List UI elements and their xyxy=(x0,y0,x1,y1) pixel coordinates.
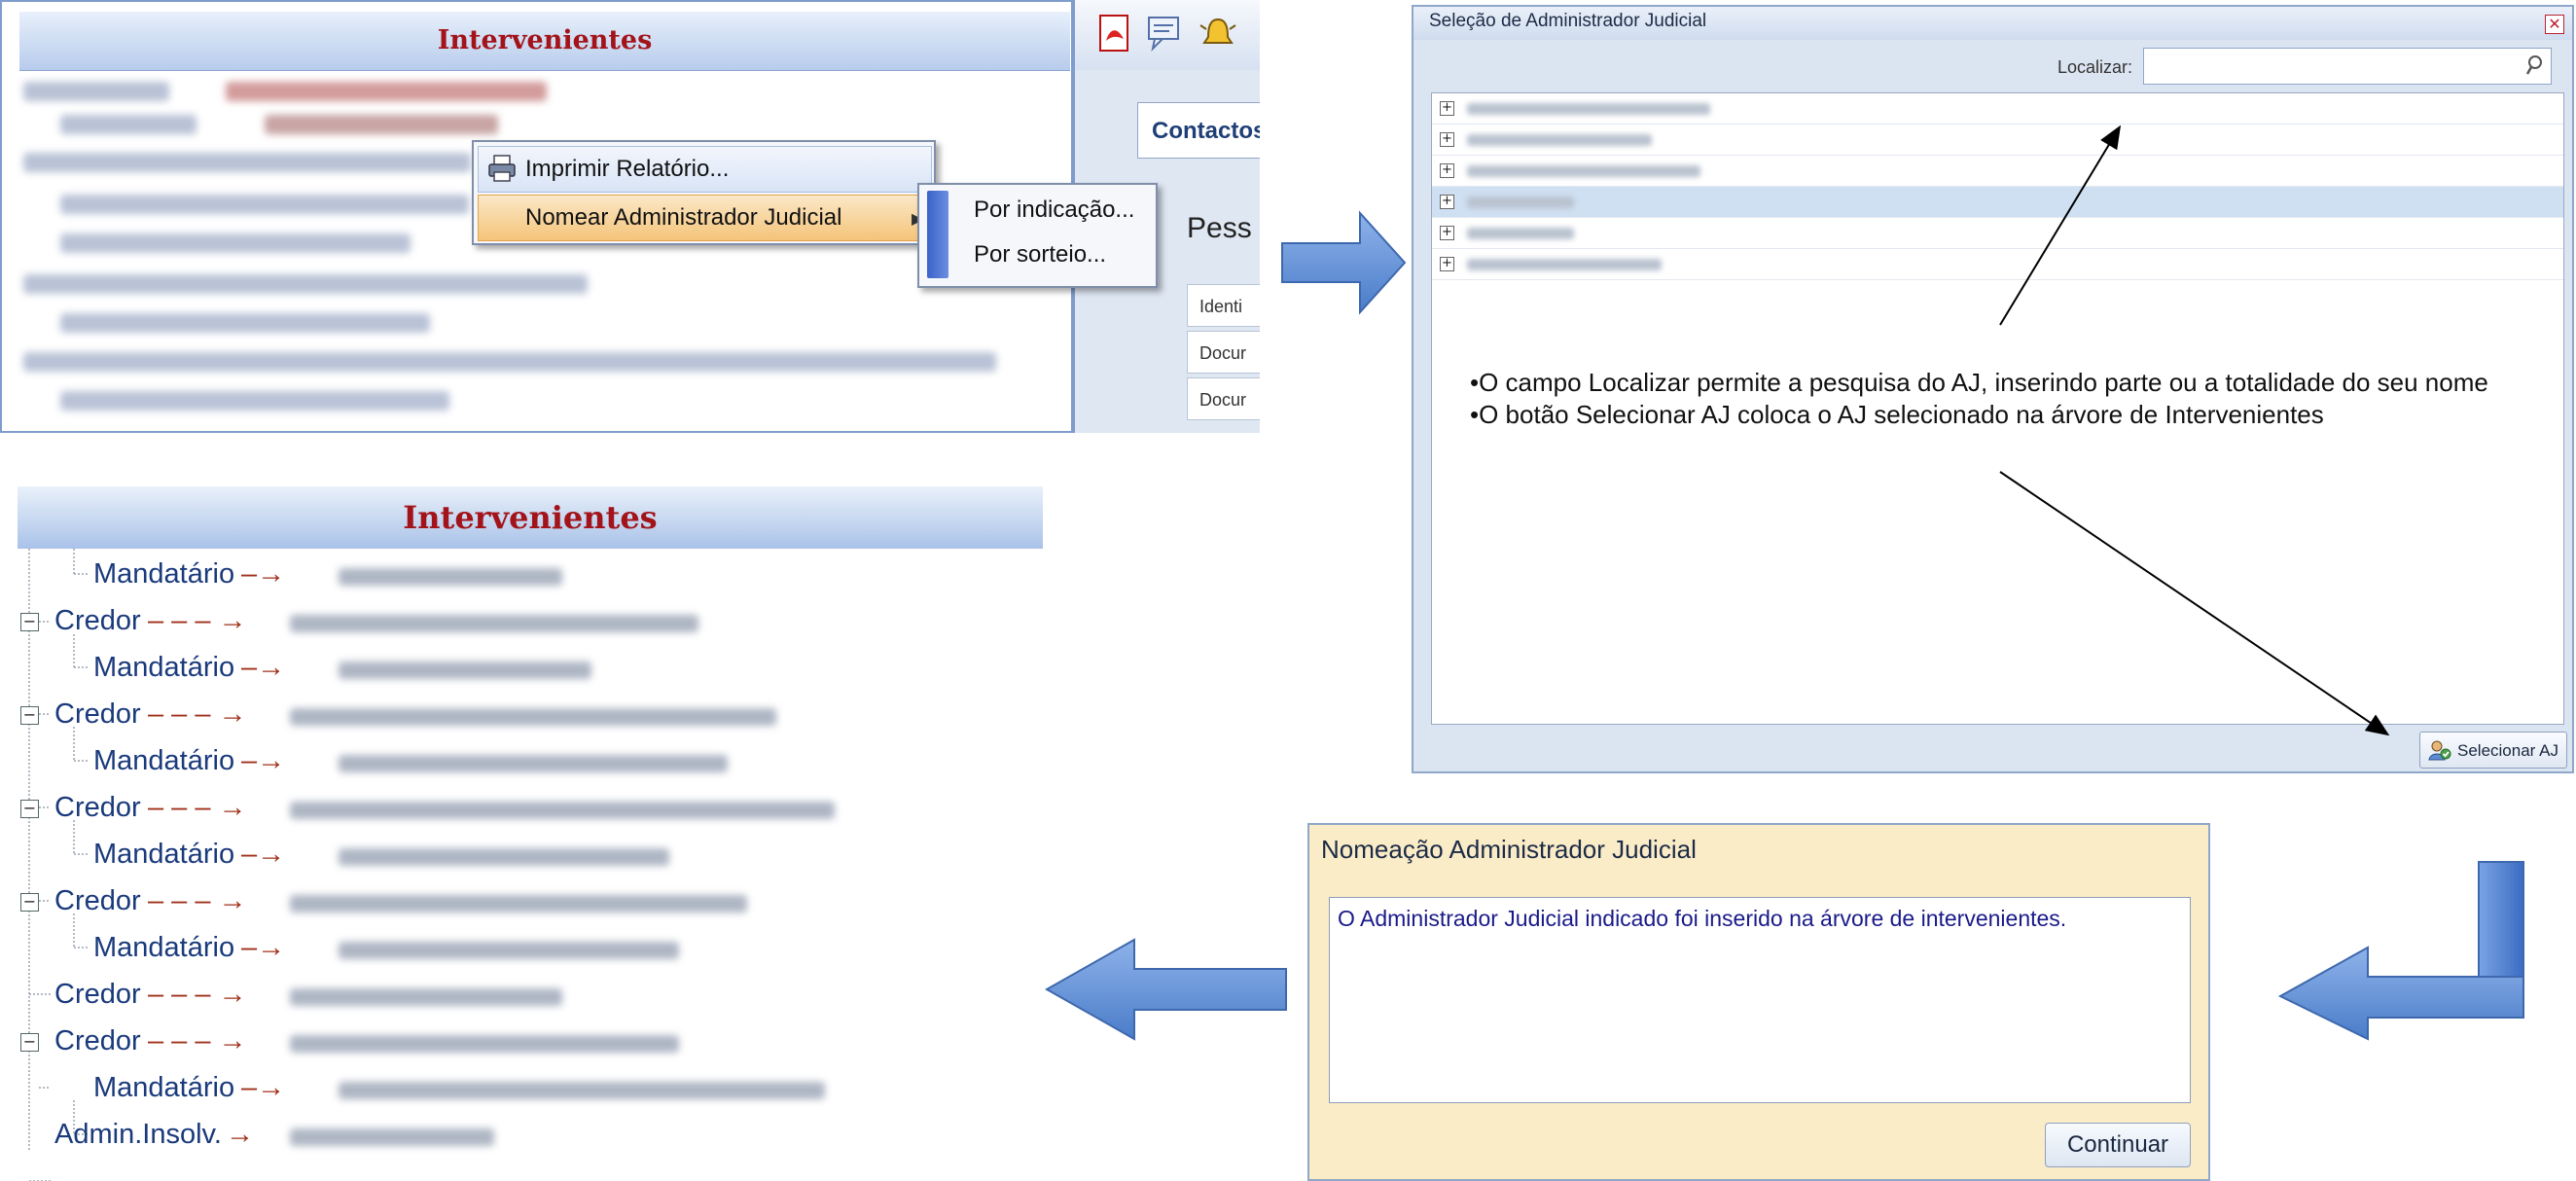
submenu: Por indicação... Por sorteio... xyxy=(917,183,1158,288)
blurred-tree-entry xyxy=(23,82,169,101)
interveners-tree-panel: Intervenientes Imprimir Relatório... Nom… xyxy=(0,0,1073,433)
blurred-name xyxy=(290,802,835,819)
person-section-label: Pess xyxy=(1187,212,1252,244)
blurred-tree-entry xyxy=(60,233,411,253)
continue-button[interactable]: Continuar xyxy=(2045,1123,2191,1167)
flow-arrow-right-icon xyxy=(1280,209,1407,316)
field-document: Docur xyxy=(1187,331,1260,374)
blurred-tree-entry xyxy=(23,352,996,372)
tree-header: Intervenientes xyxy=(19,12,1070,71)
blurred-name xyxy=(290,988,562,1006)
submenu-item-by-indication[interactable]: Por indicação... xyxy=(974,197,1134,224)
blurred-name xyxy=(290,1035,679,1053)
blurred-tree-entry xyxy=(265,115,498,134)
alert-bell-icon[interactable] xyxy=(1198,12,1238,53)
message-box: O Administrador Judicial indicado foi in… xyxy=(1329,897,2191,1103)
blurred-name xyxy=(290,615,698,632)
dialog-title: Nomeação Administrador Judicial xyxy=(1321,835,1697,864)
annotation-pointers xyxy=(1999,125,2390,736)
blurred-tree-entry xyxy=(60,195,469,214)
context-menu: Imprimir Relatório... Nomear Administrad… xyxy=(472,140,936,245)
flow-arrow-down-left-icon xyxy=(2278,860,2527,1043)
flow-arrow-left-icon xyxy=(1045,936,1288,1043)
blurred-tree-entry xyxy=(226,82,547,101)
field-document: Docur xyxy=(1187,377,1260,420)
tab-contacts[interactable]: Contactos xyxy=(1137,102,1260,159)
submenu-item-by-draw[interactable]: Por sorteio... xyxy=(974,241,1106,268)
select-user-icon xyxy=(2428,739,2451,761)
blurred-tree-entry xyxy=(23,274,588,294)
submenu-accent-bar xyxy=(927,191,948,278)
tree-title: Intervenientes xyxy=(437,25,653,55)
tree-header: Intervenientes xyxy=(18,486,1043,549)
select-admin-button[interactable]: Selecionar AJ xyxy=(2419,732,2567,769)
select-administrator-window: Seleção de Administrador Judicial ✕ Loca… xyxy=(1412,5,2574,773)
collapse-icon[interactable]: − xyxy=(20,613,39,631)
blurred-name xyxy=(339,755,728,772)
menu-item-label: Imprimir Relatório... xyxy=(525,156,730,182)
field-identification: Identi xyxy=(1187,284,1260,327)
menu-item-print-report[interactable]: Imprimir Relatório... xyxy=(478,146,932,193)
blurred-name xyxy=(290,1128,494,1146)
blurred-name xyxy=(290,708,776,726)
blurred-name xyxy=(290,895,747,913)
blurred-tree-entry xyxy=(23,153,471,172)
printer-icon xyxy=(486,153,518,184)
blurred-tree-entry xyxy=(60,313,430,333)
blurred-tree-entry xyxy=(60,391,449,411)
comment-icon[interactable] xyxy=(1145,14,1184,53)
blurred-name xyxy=(339,568,562,586)
collapse-icon[interactable]: − xyxy=(20,706,39,725)
menu-item-appoint-admin[interactable]: Nomear Administrador Judicial ▶ xyxy=(478,195,932,241)
button-label: Selecionar AJ xyxy=(2457,741,2558,760)
context-menu-screenshot: Intervenientes Imprimir Relatório... Nom… xyxy=(0,0,1260,433)
updated-interveners-tree: Intervenientes Mandatário –→ − Credor – – … xyxy=(18,486,1043,1181)
blurred-name xyxy=(339,848,669,866)
blurred-tree-entry xyxy=(60,115,197,134)
blurred-name xyxy=(339,662,591,679)
pdf-icon[interactable] xyxy=(1096,14,1133,53)
tree-title: Intervenientes xyxy=(403,499,658,536)
toolbar xyxy=(1075,0,1260,70)
blurred-name xyxy=(339,942,679,959)
collapse-icon[interactable]: − xyxy=(20,1033,39,1052)
menu-item-label: Nomear Administrador Judicial xyxy=(525,204,842,231)
collapse-icon[interactable]: − xyxy=(20,800,39,818)
appointment-confirmation-dialog: Nomeação Administrador Judicial O Admini… xyxy=(1307,823,2210,1181)
blurred-name xyxy=(339,1082,825,1099)
collapse-icon[interactable]: − xyxy=(20,893,39,912)
dialog-message: O Administrador Judicial indicado foi in… xyxy=(1338,906,2067,931)
